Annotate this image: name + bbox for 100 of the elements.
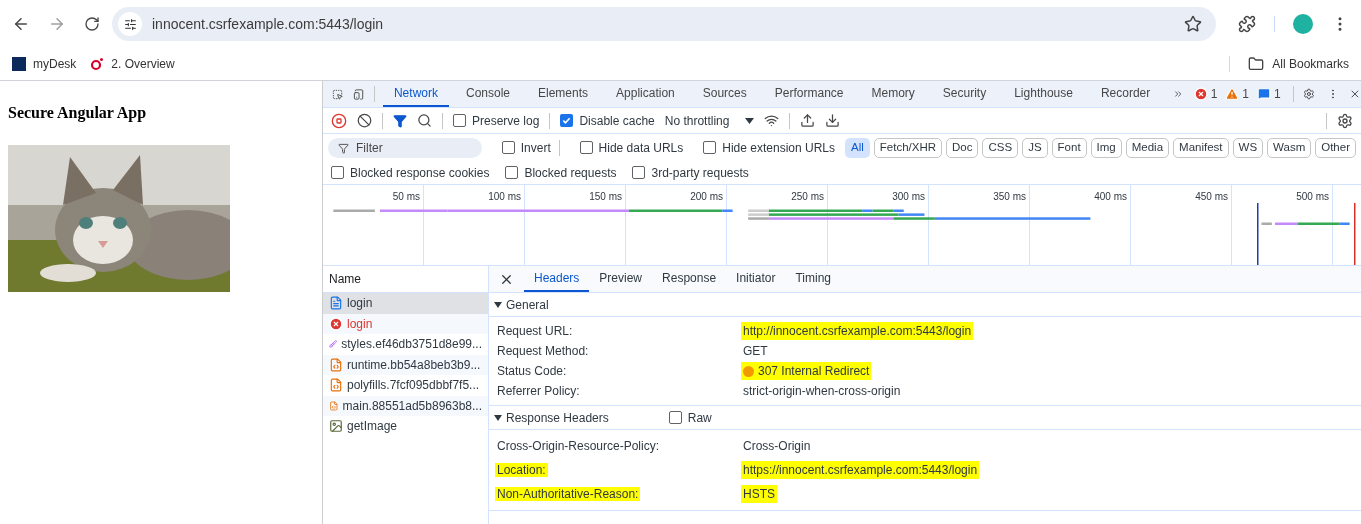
network-conditions-icon[interactable] xyxy=(764,113,780,128)
checkbox[interactable] xyxy=(560,114,574,127)
request-row[interactable]: login xyxy=(323,293,488,314)
checkbox[interactable] xyxy=(453,114,466,127)
issue-counter[interactable]: 1 xyxy=(1225,85,1249,103)
devtools-tab[interactable]: Recorder xyxy=(1089,81,1162,107)
extensions-icon[interactable] xyxy=(1238,15,1256,33)
checkbox[interactable] xyxy=(501,141,515,154)
disable-cache-option[interactable]: Disable cache xyxy=(560,111,655,130)
devtools-tab[interactable]: Network xyxy=(382,81,449,107)
checkbox[interactable] xyxy=(505,166,519,179)
forward-icon[interactable] xyxy=(48,15,66,33)
timeline-tick-label: 300 ms xyxy=(892,190,925,204)
profile-avatar[interactable] xyxy=(1293,14,1313,34)
header-name: Referrer Policy: xyxy=(496,384,581,398)
filter-icon xyxy=(338,142,349,154)
filter-option[interactable]: Invert xyxy=(501,138,551,157)
header-value: https://innocent.csrfexample.com:5443/login xyxy=(741,461,980,479)
details-tab[interactable]: Timing xyxy=(785,266,841,292)
checkbox[interactable] xyxy=(331,166,344,179)
device-toolbar-icon[interactable] xyxy=(353,86,365,102)
request-row[interactable]: runtime.bb54a8beb3b9... xyxy=(323,354,488,375)
type-filter-chip[interactable]: Media xyxy=(1125,137,1170,158)
header-value: HSTS xyxy=(741,485,777,503)
raw-option[interactable]: Raw xyxy=(668,408,712,427)
throttling-select[interactable]: No throttling xyxy=(664,111,755,130)
type-filter-chip[interactable]: Other xyxy=(1315,137,1356,158)
request-row[interactable]: main.88551ad5b8963b8... xyxy=(323,395,488,416)
details-tab[interactable]: Initiator xyxy=(726,266,786,292)
devtools-tab[interactable]: Performance xyxy=(763,81,855,107)
header-value: 307 Internal Redirect xyxy=(741,362,872,380)
bookmark-star-icon[interactable] xyxy=(1184,15,1202,33)
timeline-tick-label: 350 ms xyxy=(993,190,1026,204)
type-filter-chip[interactable]: Wasm xyxy=(1267,137,1312,158)
type-filter-chip[interactable]: CSS xyxy=(982,137,1019,158)
devtools-tab[interactable]: Application xyxy=(605,81,686,107)
back-icon[interactable] xyxy=(12,15,30,33)
error-icon xyxy=(1193,87,1208,101)
checkbox[interactable] xyxy=(703,141,717,154)
header-value: http://innocent.csrfexample.com:5443/login xyxy=(741,322,974,340)
type-filter-chip[interactable]: Doc xyxy=(946,137,979,158)
timeline-tick-label: 150 ms xyxy=(589,190,622,204)
settings-icon[interactable] xyxy=(1303,86,1316,102)
address-bar[interactable]: innocent.csrfexample.com:5443/login xyxy=(112,7,1216,41)
request-row[interactable]: login xyxy=(323,313,488,334)
details-tab[interactable]: Preview xyxy=(589,266,653,292)
download-icon[interactable] xyxy=(825,113,841,128)
type-filter-chip[interactable]: Manifest xyxy=(1173,137,1229,158)
header-name: Cross-Origin-Resource-Policy: xyxy=(496,439,661,453)
timeline-tick-label: 500 ms xyxy=(1296,190,1329,204)
issue-counter[interactable]: 1 xyxy=(1193,85,1218,103)
logo-icon xyxy=(12,57,26,71)
bookmark-item[interactable]: 2. Overview xyxy=(90,55,175,73)
script-icon xyxy=(329,378,343,393)
type-filter-chip[interactable]: All xyxy=(845,137,870,158)
issue-counter[interactable]: 1 xyxy=(1257,85,1281,103)
section-header[interactable]: General xyxy=(494,295,549,314)
filter-option[interactable]: Hide extension URLs xyxy=(703,138,835,157)
devtools-tab[interactable]: Security xyxy=(931,81,998,107)
devtools-tab[interactable]: Elements xyxy=(527,81,600,107)
record-stop-icon[interactable] xyxy=(331,112,347,129)
type-filter-chip[interactable]: JS xyxy=(1022,137,1048,158)
type-filter-chip[interactable]: Fetch/XHR xyxy=(873,137,943,158)
checkbox[interactable] xyxy=(579,141,593,154)
devtools-tab[interactable]: Sources xyxy=(691,81,758,107)
timeline-tick-label: 250 ms xyxy=(791,190,824,204)
search-icon[interactable] xyxy=(417,113,432,128)
bookmark-item[interactable]: myDesk xyxy=(12,55,77,73)
error-icon xyxy=(329,316,343,331)
details-tab[interactable]: Response xyxy=(652,266,727,292)
upload-icon[interactable] xyxy=(800,113,816,128)
header-name: Non-Authoritative-Reason: xyxy=(495,487,641,501)
details-tab[interactable]: Headers xyxy=(524,266,590,292)
header-name: Request URL: xyxy=(496,324,574,338)
expanded-triangle-icon xyxy=(494,300,502,309)
filter-option[interactable]: Blocked response cookies xyxy=(331,163,490,182)
checkbox[interactable] xyxy=(668,411,682,424)
reload-icon[interactable] xyxy=(84,16,100,32)
filter-icon[interactable] xyxy=(393,113,407,128)
settings-icon[interactable] xyxy=(1337,112,1353,129)
expanded-triangle-icon xyxy=(494,413,502,422)
filter-option[interactable]: Blocked requests xyxy=(505,163,617,182)
filter-option[interactable]: Hide data URLs xyxy=(579,138,684,157)
checkbox[interactable] xyxy=(632,166,646,179)
type-filter-chip[interactable]: Font xyxy=(1051,137,1087,158)
devtools-tab[interactable]: Console xyxy=(454,81,521,107)
all-bookmarks-button[interactable]: All Bookmarks xyxy=(1244,55,1349,73)
timeline-tick-label: 400 ms xyxy=(1094,190,1127,204)
site-info-button[interactable] xyxy=(118,12,142,36)
filter-field[interactable]: Filter xyxy=(328,137,482,158)
devtools-tab[interactable]: Lighthouse xyxy=(1003,81,1084,107)
filter-option[interactable]: 3rd-party requests xyxy=(632,163,749,182)
type-filter-chip[interactable]: Img xyxy=(1090,137,1122,158)
section-header[interactable]: Response Headers xyxy=(494,408,609,427)
preserve-log-option[interactable]: Preserve log xyxy=(453,111,540,130)
devtools-tab[interactable]: Memory xyxy=(860,81,926,107)
message-icon xyxy=(1257,87,1271,101)
timeline-tick-label: 100 ms xyxy=(488,190,521,204)
type-filter-chip[interactable]: WS xyxy=(1232,137,1264,158)
clear-icon[interactable] xyxy=(357,113,372,128)
